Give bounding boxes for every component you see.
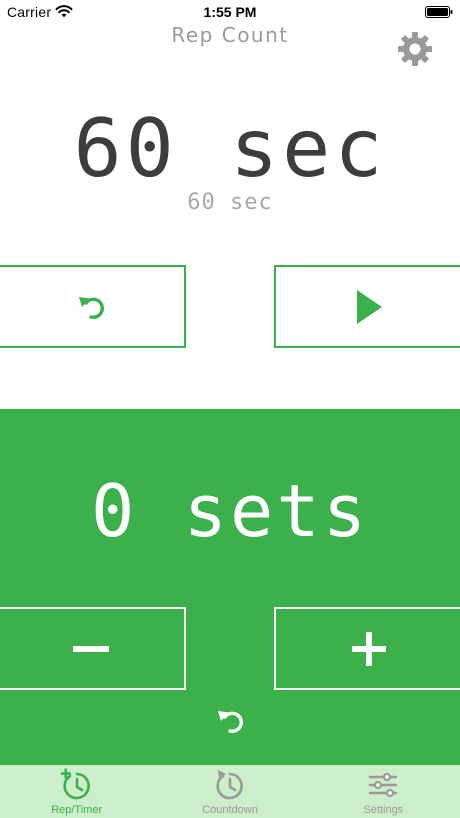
sets-panel: 0 sets	[0, 409, 460, 765]
plus-icon	[352, 631, 386, 666]
tab-label: Countdown	[202, 804, 258, 816]
timer-sub-display: 60 sec	[187, 190, 273, 215]
timer-display: 60 sec	[73, 102, 387, 195]
decrement-sets-button[interactable]	[0, 607, 186, 690]
tab-rep-timer[interactable]: Rep/Timer	[0, 765, 153, 818]
timer-play-button[interactable]	[274, 265, 460, 348]
timer-reset-button[interactable]	[0, 265, 186, 348]
tab-label: Settings	[363, 804, 404, 816]
play-icon	[357, 289, 382, 324]
countdown-icon	[216, 770, 243, 800]
tab-settings[interactable]: Settings	[307, 765, 460, 818]
timer-add-icon	[60, 768, 90, 800]
sets-count-display: 0 sets	[90, 469, 370, 553]
increment-sets-button[interactable]	[274, 607, 460, 690]
status-bar: Carrier 1:55 PM	[0, 0, 460, 24]
status-time: 1:55 PM	[203, 4, 257, 20]
gear-icon	[398, 32, 432, 66]
battery-icon	[425, 6, 453, 18]
undo-icon	[218, 711, 243, 733]
sets-reset-button[interactable]	[212, 703, 248, 739]
sliders-icon	[369, 772, 398, 798]
undo-icon	[79, 296, 104, 319]
tab-bar: Rep/Timer Countdown Settings	[0, 765, 460, 818]
tab-countdown[interactable]: Countdown	[153, 765, 306, 818]
minus-icon	[73, 645, 109, 652]
tab-label: Rep/Timer	[51, 804, 103, 816]
settings-gear-button[interactable]	[396, 30, 434, 68]
page-title: Rep Count	[171, 23, 289, 47]
